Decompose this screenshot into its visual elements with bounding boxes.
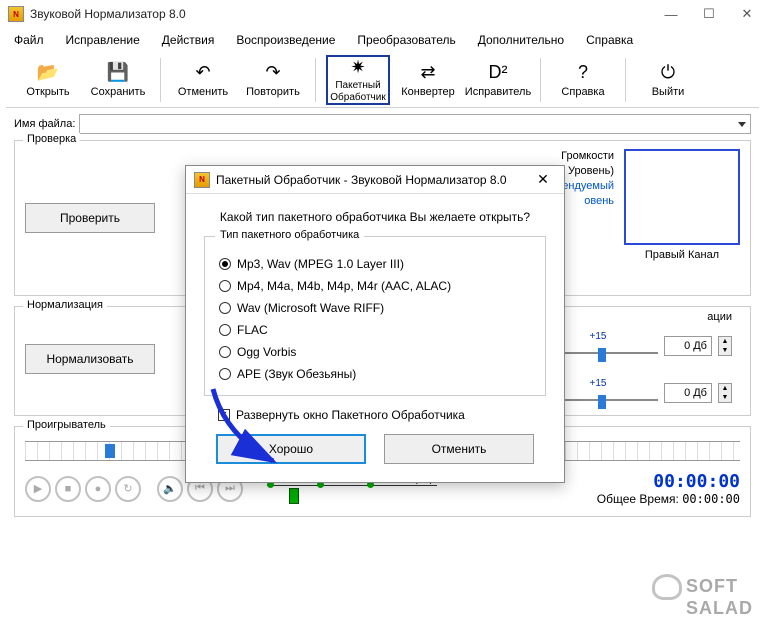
menu-actions[interactable]: Действия	[158, 31, 219, 49]
radio-option-3[interactable]: FLAC	[219, 319, 531, 341]
vol-down-button[interactable]: 🔈	[157, 476, 183, 502]
vol-label-2: й Уровень)	[559, 164, 614, 179]
watermark: SOFT SALAD	[652, 574, 753, 616]
toolbar-exit-button[interactable]: ⏻Выйти	[636, 55, 700, 105]
radio-1[interactable]	[219, 280, 231, 292]
radio-option-2[interactable]: Wav (Microsoft Wave RIFF)	[219, 297, 531, 319]
gain-spin-2[interactable]: ▲▼	[718, 383, 732, 403]
menu-help[interactable]: Справка	[582, 31, 637, 49]
toolbar-open-button[interactable]: 📂Открыть	[16, 55, 80, 105]
dialog-question: Какой тип пакетного обработчика Вы желае…	[204, 210, 546, 224]
menu-file[interactable]: Файл	[10, 31, 48, 49]
cancel-button[interactable]: Отменить	[384, 434, 534, 464]
toolbar-fixer-button[interactable]: D²Исправитель	[466, 55, 530, 105]
player-group-title: Проигрыватель	[23, 419, 110, 431]
eq-label: ации	[538, 311, 732, 323]
radio-label-0: Mp3, Wav (MPEG 1.0 Layer III)	[237, 257, 404, 271]
radio-label-4: Ogg Vorbis	[237, 345, 296, 359]
dialog-close-button[interactable]: ✕	[530, 171, 556, 188]
toolbar: 📂Открыть💾Сохранить ↶Отменить↷Повторить ✷Па…	[6, 52, 759, 108]
radio-2[interactable]	[219, 302, 231, 314]
radio-label-1: Mp4, M4a, M4b, M4p, M4r (AAC, ALAC)	[237, 279, 451, 293]
toolbar-save-button[interactable]: 💾Сохранить	[86, 55, 150, 105]
minimize-button[interactable]: —	[661, 4, 681, 24]
toolbar-batch-button[interactable]: ✷ПакетныйОбработчик	[326, 55, 390, 105]
radio-0[interactable]	[219, 258, 231, 270]
batch-icon: ✷	[346, 57, 370, 79]
filename-combo[interactable]	[79, 114, 751, 134]
redo-icon: ↷	[261, 62, 285, 84]
menu-edit[interactable]: Исправление	[62, 31, 144, 49]
help-icon: ?	[571, 62, 595, 84]
rec-label-1: ендуемый	[559, 179, 614, 194]
toolbar-help-button[interactable]: ?Справка	[551, 55, 615, 105]
gain-value-2[interactable]: 0 Дб	[664, 383, 712, 403]
channel-chart	[624, 149, 740, 245]
time-total-label: Общее Время:	[597, 492, 679, 506]
radio-4[interactable]	[219, 346, 231, 358]
radio-option-5[interactable]: APE (Звук Обезьяны)	[219, 363, 531, 385]
window-title: Звуковой Нормализатор 8.0	[30, 7, 661, 21]
toolbar-undo-button[interactable]: ↶Отменить	[171, 55, 235, 105]
radio-label-5: APE (Звук Обезьяны)	[237, 367, 356, 381]
radio-option-0[interactable]: Mp3, Wav (MPEG 1.0 Layer III)	[219, 253, 531, 275]
loop-button[interactable]: ↻	[115, 476, 141, 502]
radio-label-3: FLAC	[237, 323, 268, 337]
time-current: 00:00:00	[597, 471, 740, 492]
record-button[interactable]: ●	[85, 476, 111, 502]
norm-group-title: Нормализация	[23, 299, 107, 311]
ms-slider-thumb[interactable]	[289, 488, 299, 504]
channel-label: Правый Канал	[624, 249, 740, 261]
check-button[interactable]: Проверить	[25, 203, 155, 233]
stop-button[interactable]: ■	[55, 476, 81, 502]
menu-bar: Файл Исправление Действия Воспроизведени…	[0, 28, 765, 52]
radio-option-1[interactable]: Mp4, M4a, M4b, M4p, M4r (AAC, ALAC)	[219, 275, 531, 297]
app-icon: N	[8, 6, 24, 22]
undo-icon: ↶	[191, 62, 215, 84]
gain-spin-1[interactable]: ▲▼	[718, 336, 732, 356]
check-group-title: Проверка	[23, 133, 80, 145]
convert-icon: ⇄	[416, 62, 440, 84]
save-icon: 💾	[106, 62, 130, 84]
exit-icon: ⏻	[656, 62, 680, 84]
toolbar-redo-button[interactable]: ↷Повторить	[241, 55, 305, 105]
radio-group-title: Тип пакетного обработчика	[215, 229, 364, 241]
annotation-arrow	[195, 385, 290, 475]
vol-label-1: Громкости	[559, 149, 614, 164]
dialog-icon: N	[194, 172, 210, 188]
menu-playback[interactable]: Воспроизведение	[232, 31, 339, 49]
menu-extra[interactable]: Дополнительно	[474, 31, 568, 49]
menu-converter[interactable]: Преобразователь	[353, 31, 459, 49]
radio-label-2: Wav (Microsoft Wave RIFF)	[237, 301, 384, 315]
gain-value-1[interactable]: 0 Дб	[664, 336, 712, 356]
dialog-title: Пакетный Обработчик - Звуковой Нормализа…	[216, 173, 507, 187]
maximize-button[interactable]: ☐	[699, 4, 719, 24]
title-bar: N Звуковой Нормализатор 8.0 — ☐ ✕	[0, 0, 765, 28]
time-total: 00:00:00	[682, 492, 740, 506]
radio-3[interactable]	[219, 324, 231, 336]
fixer-icon: D²	[486, 62, 510, 84]
close-button[interactable]: ✕	[737, 4, 757, 24]
rec-label-2: овень	[559, 194, 614, 209]
normalize-button[interactable]: Нормализовать	[25, 344, 155, 374]
filename-label: Имя файла:	[14, 118, 75, 130]
open-icon: 📂	[36, 62, 60, 84]
toolbar-convert-button[interactable]: ⇄Конвертер	[396, 55, 460, 105]
radio-5[interactable]	[219, 368, 231, 380]
play-button[interactable]: ▶	[25, 476, 51, 502]
radio-option-4[interactable]: Ogg Vorbis	[219, 341, 531, 363]
